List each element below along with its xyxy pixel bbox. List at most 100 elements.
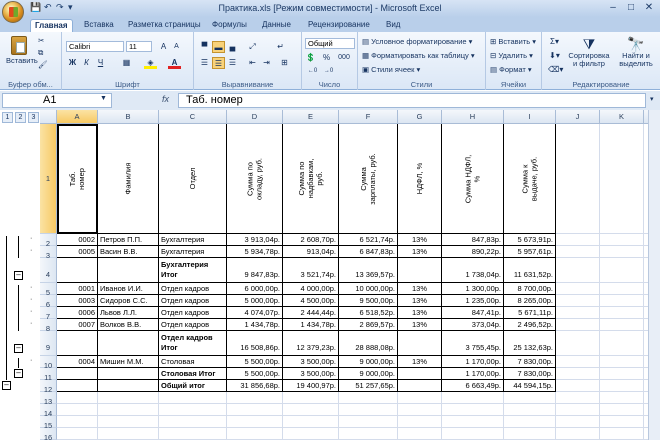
delete-cells-button[interactable]: ⊟ Удалить ▾: [490, 51, 533, 60]
total-row-cell[interactable]: 9 000,00р.: [339, 368, 398, 380]
paste-button[interactable]: Вставить: [6, 36, 38, 65]
row-header-1[interactable]: 1: [40, 124, 57, 234]
align-bottom-icon[interactable]: ▄: [226, 41, 239, 53]
empty-cell[interactable]: [159, 392, 227, 404]
autosum-icon[interactable]: Σ▾: [548, 36, 561, 48]
table-cell[interactable]: 8 265,00р.: [504, 295, 556, 307]
empty-cell[interactable]: [442, 404, 504, 416]
table-cell[interactable]: 890,22р.: [442, 246, 504, 258]
name-box[interactable]: A1: [2, 93, 112, 108]
table-cell[interactable]: 6 521,74р.: [339, 234, 398, 246]
total-row-cell[interactable]: 44 594,15р.: [504, 380, 556, 392]
empty-cell[interactable]: [600, 246, 644, 258]
total-row-cell[interactable]: 6 663,49р.: [442, 380, 504, 392]
total-row-cell[interactable]: 51 257,65р.: [339, 380, 398, 392]
empty-cell[interactable]: [283, 428, 339, 440]
table-cell[interactable]: 4 500,00р.: [283, 295, 339, 307]
table-cell[interactable]: 5 000,00р.: [227, 295, 283, 307]
column-header-K[interactable]: K: [600, 110, 644, 124]
total-row-cell[interactable]: 19 400,97р.: [283, 380, 339, 392]
table-cell[interactable]: 2 869,57р.: [339, 319, 398, 331]
vertical-scrollbar[interactable]: [648, 110, 660, 440]
tab-data[interactable]: Данные: [258, 19, 295, 32]
table-cell[interactable]: 9 500,00р.: [339, 295, 398, 307]
empty-cell[interactable]: [339, 428, 398, 440]
table-cell[interactable]: 2 444,44р.: [283, 307, 339, 319]
empty-cell[interactable]: [227, 404, 283, 416]
total-row-cell[interactable]: [98, 380, 159, 392]
empty-cell[interactable]: [600, 428, 644, 440]
outline-level-2-button[interactable]: 2: [15, 112, 26, 123]
empty-cell[interactable]: [556, 246, 600, 258]
row-header-10[interactable]: 10: [40, 356, 57, 370]
header-cell[interactable]: Сумма НДФЛ, %: [442, 124, 504, 234]
tab-formulas[interactable]: Формулы: [208, 19, 251, 32]
empty-cell[interactable]: [504, 416, 556, 428]
header-cell[interactable]: Сумма зарплаты, руб.: [339, 124, 398, 234]
empty-cell[interactable]: [504, 404, 556, 416]
empty-cell[interactable]: [159, 404, 227, 416]
total-row-cell[interactable]: 5 500,00р.: [227, 368, 283, 380]
italic-icon[interactable]: К: [80, 57, 93, 69]
empty-cell[interactable]: [556, 428, 600, 440]
table-cell[interactable]: 8 700,00р.: [504, 283, 556, 295]
column-header-J[interactable]: J: [556, 110, 600, 124]
empty-cell[interactable]: [600, 283, 644, 295]
table-cell[interactable]: Столовая: [159, 356, 227, 368]
empty-cell[interactable]: [556, 307, 600, 319]
total-row-cell[interactable]: 1 170,00р.: [442, 368, 504, 380]
empty-cell[interactable]: [98, 392, 159, 404]
column-header-H[interactable]: H: [442, 110, 504, 124]
total-row-cell[interactable]: 3 500,00р.: [283, 368, 339, 380]
align-left-icon[interactable]: ☰: [198, 57, 211, 69]
table-cell[interactable]: Бухгалтерия: [159, 246, 227, 258]
empty-cell[interactable]: [98, 428, 159, 440]
decrease-decimal-icon[interactable]: →0: [322, 66, 335, 78]
table-cell[interactable]: 13%: [398, 295, 442, 307]
empty-cell[interactable]: [283, 404, 339, 416]
total-row-cell[interactable]: [57, 331, 98, 356]
align-middle-icon[interactable]: ▬: [212, 41, 225, 53]
total-row-cell[interactable]: [98, 331, 159, 356]
empty-cell[interactable]: [556, 258, 600, 283]
outline-level-1-button[interactable]: 1: [2, 112, 13, 123]
table-cell[interactable]: Отдел кадров: [159, 295, 227, 307]
select-all-corner[interactable]: [40, 110, 57, 124]
table-cell[interactable]: 13%: [398, 307, 442, 319]
table-cell[interactable]: Отдел кадров: [159, 307, 227, 319]
table-cell[interactable]: 1 434,78р.: [227, 319, 283, 331]
empty-cell[interactable]: [556, 392, 600, 404]
total-row-cell[interactable]: 11 631,52р.: [504, 258, 556, 283]
empty-cell[interactable]: [98, 416, 159, 428]
table-cell[interactable]: 0004: [57, 356, 98, 368]
maximize-button[interactable]: □: [622, 1, 640, 15]
row-header-6[interactable]: 6: [40, 295, 57, 309]
table-cell[interactable]: Сидоров С.С.: [98, 295, 159, 307]
collapse-group-icon[interactable]: –: [14, 344, 23, 353]
decrease-indent-icon[interactable]: ⇤: [246, 57, 259, 69]
row-header-8[interactable]: 8: [40, 319, 57, 333]
column-header-A[interactable]: A: [57, 110, 98, 124]
table-cell[interactable]: 1 235,00р.: [442, 295, 504, 307]
collapse-group-icon[interactable]: –: [2, 381, 11, 390]
fill-color-icon[interactable]: ◈: [144, 57, 157, 69]
underline-icon[interactable]: Ч: [94, 57, 107, 69]
table-cell[interactable]: Бухгалтерия: [159, 234, 227, 246]
table-cell[interactable]: 5 671,11р.: [504, 307, 556, 319]
table-cell[interactable]: 373,04р.: [442, 319, 504, 331]
tab-home[interactable]: Главная: [30, 19, 73, 32]
total-row-cell[interactable]: 31 856,68р.: [227, 380, 283, 392]
table-cell[interactable]: 7 830,00р.: [504, 356, 556, 368]
copy-icon[interactable]: ⧉: [38, 48, 43, 58]
empty-cell[interactable]: [504, 428, 556, 440]
table-cell[interactable]: Отдел кадров: [159, 283, 227, 295]
empty-cell[interactable]: [600, 307, 644, 319]
table-cell[interactable]: Васин В.В.: [98, 246, 159, 258]
table-cell[interactable]: 6 847,83р.: [339, 246, 398, 258]
total-row-cell[interactable]: 16 508,86р.: [227, 331, 283, 356]
row-header-13[interactable]: 13: [40, 392, 57, 406]
align-top-icon[interactable]: ▀: [198, 41, 211, 53]
name-box-dropdown-icon[interactable]: ▼: [100, 95, 107, 102]
table-cell[interactable]: 0002: [57, 234, 98, 246]
align-center-icon[interactable]: ☰: [212, 57, 225, 69]
